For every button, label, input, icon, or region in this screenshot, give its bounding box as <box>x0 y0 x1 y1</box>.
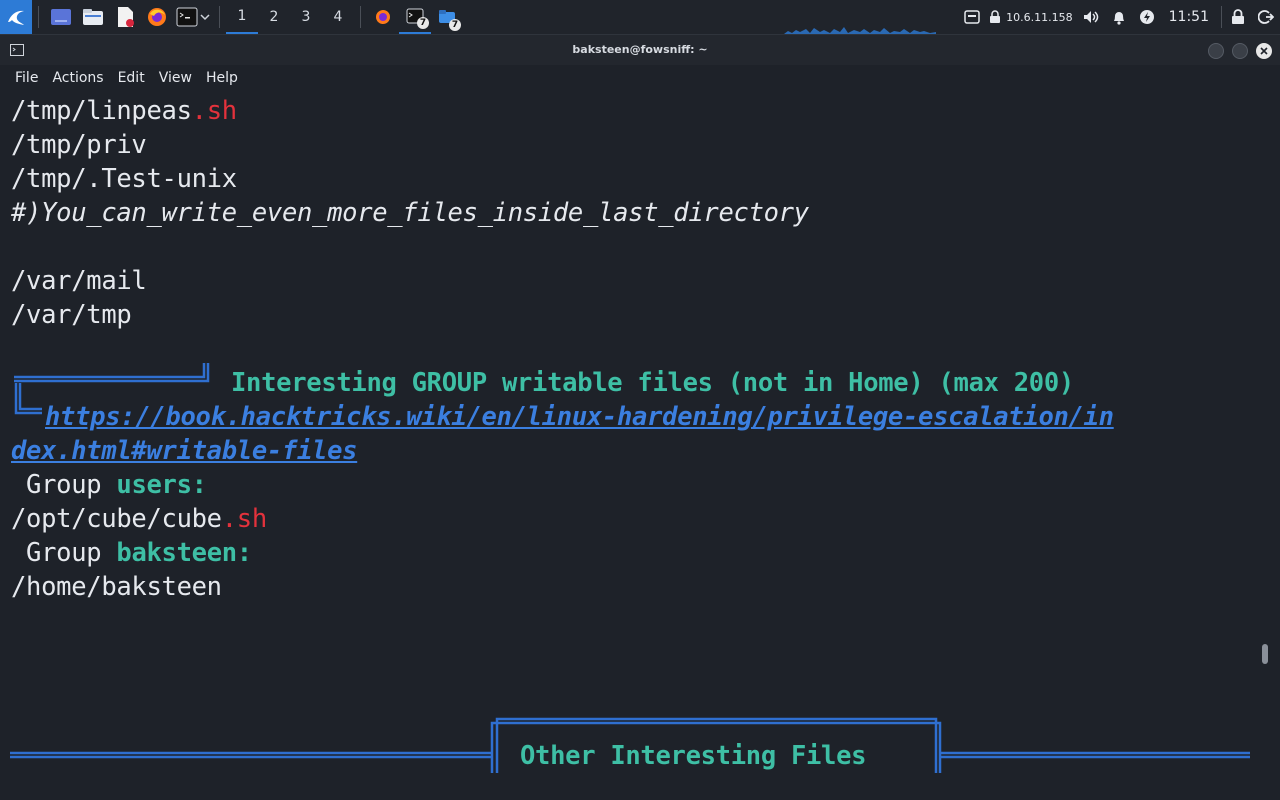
terminal-line: /tmp/.Test-unix <box>11 164 237 194</box>
taskbar-firefox[interactable] <box>367 0 399 34</box>
window-list-button[interactable] <box>958 0 986 34</box>
terminal-line: /var/tmp <box>11 300 132 330</box>
terminal-line: /opt/cube/cube.sh <box>11 502 267 536</box>
network-activity-graph <box>784 27 936 34</box>
taskbar-files[interactable]: 7 <box>431 0 463 34</box>
firefox-icon <box>148 8 166 26</box>
group-name: users: <box>116 470 207 500</box>
group-label: Group <box>11 538 102 568</box>
kali-dragon-icon <box>8 10 24 25</box>
taskbar-terminal[interactable]: 7 <box>399 0 431 34</box>
show-desktop-button[interactable] <box>45 0 77 34</box>
logout-button[interactable] <box>1252 0 1280 34</box>
text-editor-icon <box>118 7 134 27</box>
hacktricks-link[interactable]: https://book.hacktricks.wiki/en/linux-ha… <box>45 400 1114 434</box>
clock[interactable]: 11:51 <box>1169 9 1209 25</box>
text-editor-launcher[interactable] <box>109 0 141 34</box>
terminal-line: /tmp/linpeas.sh <box>11 94 237 128</box>
window-count-badge: 7 <box>417 17 429 29</box>
panel-separator <box>1221 6 1222 28</box>
workspace-3[interactable]: 3 <box>290 0 322 34</box>
hacktricks-link-continued[interactable]: dex.html#writable-files <box>11 434 358 468</box>
kali-menu-button[interactable] <box>0 0 32 34</box>
group-name: baksteen: <box>116 538 252 568</box>
terminal-output[interactable]: /tmp/linpeas.sh /tmp/priv /tmp/.Test-uni… <box>0 91 1280 800</box>
close-icon <box>1260 47 1268 55</box>
terminal-scrollbar[interactable] <box>1262 644 1268 664</box>
folder-icon <box>83 9 103 25</box>
desktop-icon <box>51 9 71 25</box>
close-button[interactable] <box>1256 43 1272 59</box>
path-text: /opt/cube/cube <box>11 504 222 534</box>
bell-icon <box>1113 12 1124 25</box>
extension-text: .sh <box>191 96 237 126</box>
firefox-icon <box>376 10 390 24</box>
maximize-button[interactable] <box>1232 43 1248 59</box>
workspace-2[interactable]: 2 <box>258 0 290 34</box>
terminal-line: /tmp/priv <box>11 130 147 160</box>
menu-edit[interactable]: Edit <box>111 70 152 86</box>
lock-icon <box>1232 9 1244 24</box>
terminal-line: /var/mail <box>11 266 147 296</box>
power-manager-icon <box>1139 10 1154 24</box>
extension-text: .sh <box>221 504 267 534</box>
path-text: /tmp/linpeas <box>11 96 192 126</box>
window-titlebar[interactable]: baksteen@fowsniff: ~ <box>0 35 1280 65</box>
panel-separator <box>38 6 39 28</box>
terminal-line: #)You_can_write_even_more_files_inside_l… <box>11 198 809 228</box>
terminal-launcher[interactable] <box>173 0 213 34</box>
ip-address: 10.6.11.158 <box>1006 10 1073 24</box>
menu-file[interactable]: File <box>0 70 45 86</box>
power-status-button[interactable] <box>1133 0 1161 34</box>
window-count-badge: 7 <box>449 19 461 31</box>
terminal-line: Group baksteen: <box>11 536 252 570</box>
workspace-1[interactable]: 1 <box>226 0 258 34</box>
window-list-icon <box>964 10 980 24</box>
lock-screen-button[interactable] <box>1224 0 1252 34</box>
panel-separator <box>219 6 220 28</box>
chevron-down-icon <box>200 14 210 21</box>
minimize-button[interactable] <box>1208 43 1224 59</box>
firefox-launcher[interactable] <box>141 0 173 34</box>
workspace-4[interactable]: 4 <box>322 0 354 34</box>
section-title: Interesting GROUP writable files (not in… <box>231 368 1074 398</box>
panel-separator <box>360 6 361 28</box>
menu-help[interactable]: Help <box>199 70 245 86</box>
file-manager-launcher[interactable] <box>77 0 109 34</box>
lock-icon <box>990 10 1001 23</box>
section-title: Other Interesting Files <box>520 741 867 771</box>
vpn-status[interactable] <box>986 0 1004 34</box>
volume-button[interactable] <box>1077 0 1105 34</box>
terminal-line: Group users: <box>11 468 207 502</box>
notifications-button[interactable] <box>1105 0 1133 34</box>
volume-icon <box>1083 11 1098 23</box>
terminal-icon <box>176 7 198 27</box>
menu-view[interactable]: View <box>152 70 199 86</box>
logout-icon <box>1258 10 1274 24</box>
menu-actions[interactable]: Actions <box>45 70 110 86</box>
group-label: Group <box>11 470 102 500</box>
menu-bar: File Actions Edit View Help <box>0 65 1280 91</box>
system-tray: 10.6.11.158 11:51 <box>958 0 1280 34</box>
top-panel: 1 2 3 4 7 7 10.6.11.158 11:51 <box>0 0 1280 35</box>
terminal-line: /home/baksteen <box>11 572 222 602</box>
window-title: baksteen@fowsniff: ~ <box>572 43 708 56</box>
